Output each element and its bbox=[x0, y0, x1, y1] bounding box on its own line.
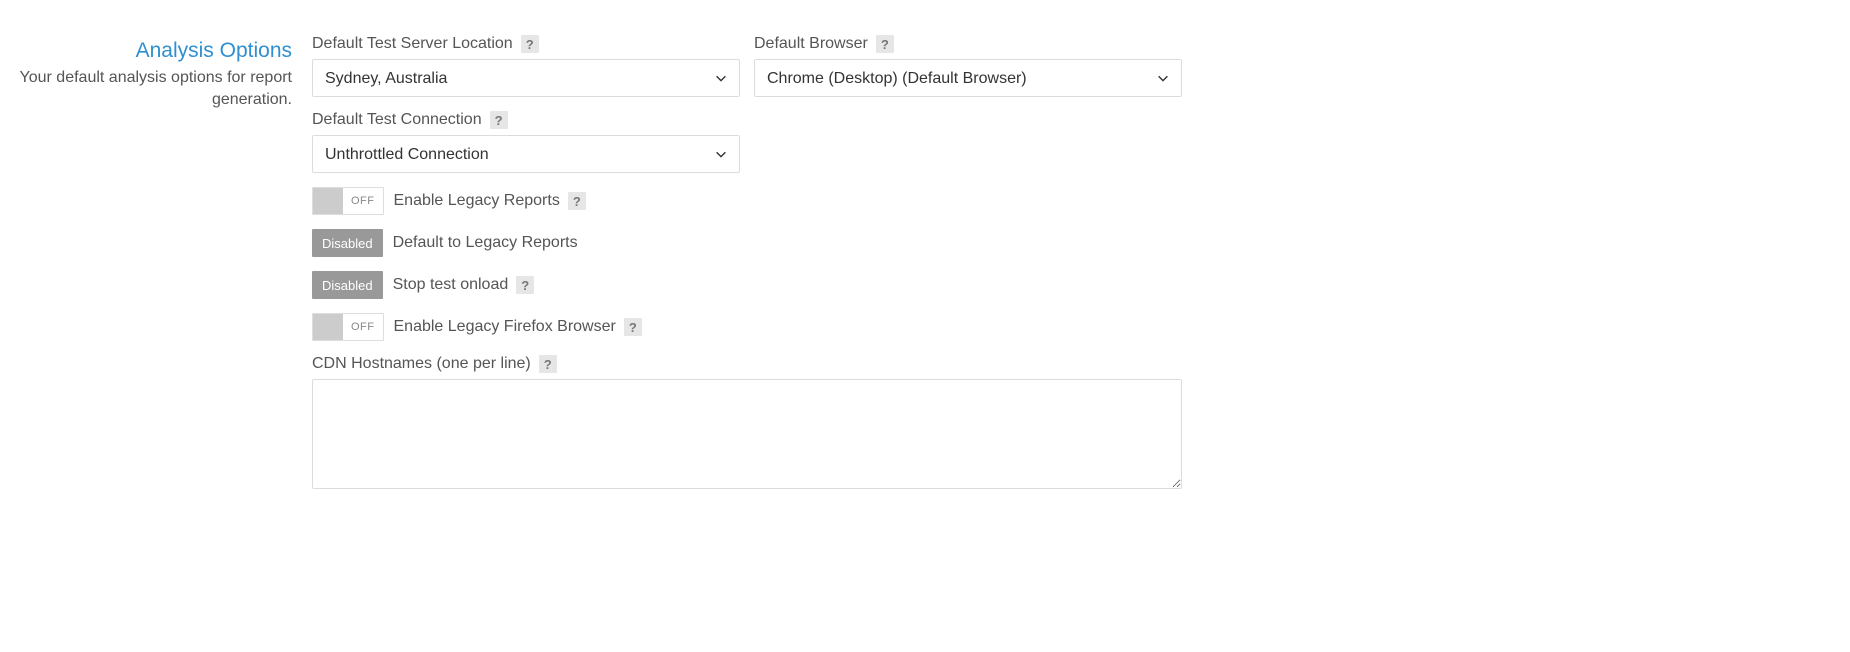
server-location-label: Default Test Server Location bbox=[312, 35, 513, 53]
connection-label: Default Test Connection bbox=[312, 111, 482, 129]
help-icon[interactable]: ? bbox=[624, 318, 642, 336]
help-icon[interactable]: ? bbox=[521, 35, 539, 53]
server-location-select[interactable]: Sydney, Australia bbox=[312, 59, 740, 97]
help-icon[interactable]: ? bbox=[539, 355, 557, 373]
default-legacy-reports-toggle: Disabled bbox=[312, 229, 383, 257]
enable-legacy-reports-toggle[interactable]: OFF bbox=[312, 187, 384, 215]
cdn-hostnames-label: CDN Hostnames (one per line) bbox=[312, 355, 531, 373]
browser-label: Default Browser bbox=[754, 35, 868, 53]
section-title: Analysis Options bbox=[0, 39, 292, 63]
stop-test-onload-label: Stop test onload bbox=[393, 276, 509, 294]
help-icon[interactable]: ? bbox=[490, 111, 508, 129]
help-icon[interactable]: ? bbox=[876, 35, 894, 53]
cdn-hostnames-textarea[interactable] bbox=[312, 379, 1182, 489]
browser-select[interactable]: Chrome (Desktop) (Default Browser) bbox=[754, 59, 1182, 97]
enable-legacy-firefox-label: Enable Legacy Firefox Browser bbox=[394, 318, 616, 336]
help-icon[interactable]: ? bbox=[516, 276, 534, 294]
enable-legacy-reports-label: Enable Legacy Reports bbox=[394, 192, 560, 210]
connection-select[interactable]: Unthrottled Connection bbox=[312, 135, 740, 173]
help-icon[interactable]: ? bbox=[568, 192, 586, 210]
stop-test-onload-toggle: Disabled bbox=[312, 271, 383, 299]
section-description: Your default analysis options for report… bbox=[0, 67, 292, 110]
default-legacy-reports-label: Default to Legacy Reports bbox=[393, 234, 578, 252]
enable-legacy-firefox-toggle[interactable]: OFF bbox=[312, 313, 384, 341]
